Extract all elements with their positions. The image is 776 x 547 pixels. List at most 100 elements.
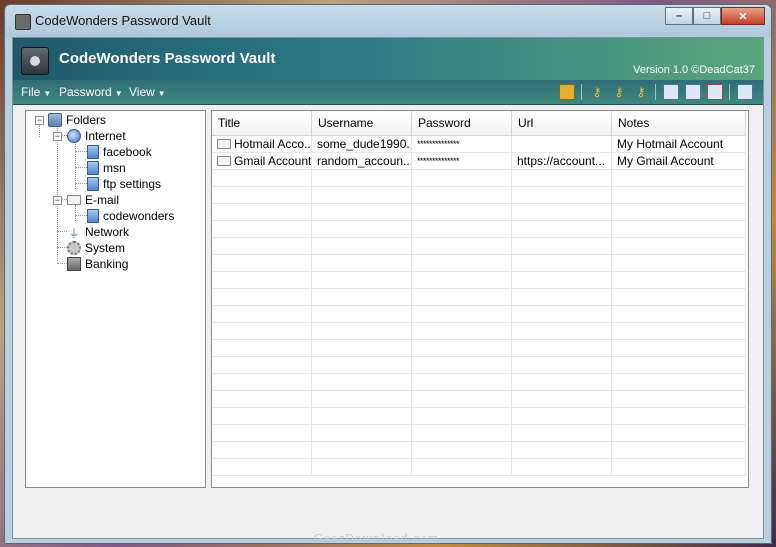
empty-cell <box>512 272 612 289</box>
tree-node-msn[interactable]: msn <box>87 160 126 176</box>
folder-icon <box>87 161 99 175</box>
empty-cell <box>412 323 512 340</box>
cell-title-text: Gmail Account <box>234 154 312 168</box>
tree-node-internet[interactable]: Internet <box>67 128 126 144</box>
chevron-down-icon: ▼ <box>157 89 166 98</box>
table-row[interactable]: Hotmail Acco... some_dude1990... *******… <box>212 136 746 153</box>
column-header-password[interactable]: Password <box>412 111 512 135</box>
globe-icon <box>67 129 81 143</box>
menu-toolbar: File ▼ Password ▼ View ▼ ⚷ ⚷ ⚷ <box>13 80 763 105</box>
empty-row <box>212 459 746 476</box>
cell-username: some_dude1990... <box>312 136 412 153</box>
empty-cell <box>612 459 746 476</box>
menu-file[interactable]: File ▼ <box>21 85 51 99</box>
empty-cell <box>312 408 412 425</box>
empty-cell <box>612 340 746 357</box>
close-button[interactable]: ✕ <box>721 7 765 25</box>
collapse-email-toggle[interactable]: − <box>53 196 62 205</box>
cell-title-text: Hotmail Acco... <box>234 137 312 151</box>
password-grid[interactable]: Title Username Password Url Notes Hotmai… <box>211 110 749 488</box>
mail-icon <box>217 156 231 166</box>
empty-cell <box>312 391 412 408</box>
empty-cell <box>612 323 746 340</box>
menu-view[interactable]: View ▼ <box>129 85 166 99</box>
empty-cell <box>212 170 312 187</box>
tree-node-label: E-mail <box>85 193 120 207</box>
empty-cell <box>312 340 412 357</box>
tree-node-ftp-settings[interactable]: ftp settings <box>87 176 161 192</box>
empty-cell <box>512 187 612 204</box>
collapse-folders-toggle[interactable]: − <box>35 116 44 125</box>
menu-password[interactable]: Password ▼ <box>59 85 123 99</box>
empty-cell <box>612 289 746 306</box>
empty-cell <box>412 289 512 306</box>
app-icon[interactable] <box>15 14 31 30</box>
empty-cell <box>212 306 312 323</box>
mail-icon <box>67 195 81 205</box>
empty-cell <box>212 221 312 238</box>
export-icon[interactable] <box>737 84 753 100</box>
table-row[interactable]: Gmail Account random_accoun... *********… <box>212 153 746 170</box>
menu-view-label: View <box>129 85 155 99</box>
empty-cell <box>312 170 412 187</box>
empty-cell <box>512 425 612 442</box>
title-bar[interactable]: CodeWonders Password Vault – □ ✕ <box>5 5 771 37</box>
watermark-text: GearDownload.com <box>314 532 440 545</box>
minimize-button[interactable]: – <box>665 7 693 25</box>
key-edit-icon[interactable]: ⚷ <box>611 84 627 100</box>
empty-cell <box>312 221 412 238</box>
empty-row <box>212 408 746 425</box>
empty-cell <box>312 238 412 255</box>
record-add-icon[interactable] <box>663 84 679 100</box>
empty-cell <box>312 289 412 306</box>
column-header-title[interactable]: Title <box>212 111 312 135</box>
lock-icon[interactable] <box>559 84 575 100</box>
tree-node-banking[interactable]: Banking <box>67 256 128 272</box>
empty-cell <box>612 204 746 221</box>
empty-cell <box>512 357 612 374</box>
empty-row <box>212 238 746 255</box>
empty-cell <box>412 374 512 391</box>
column-header-notes[interactable]: Notes <box>612 111 746 135</box>
tree-node-codewonders[interactable]: codewonders <box>87 208 174 224</box>
tree-node-folders[interactable]: Folders <box>48 112 106 128</box>
empty-cell <box>512 170 612 187</box>
folder-tree[interactable]: − Folders − Internet facebook msn ftp se… <box>25 110 206 488</box>
cell-title: Gmail Account <box>212 153 312 170</box>
empty-cell <box>512 238 612 255</box>
empty-cell <box>612 306 746 323</box>
empty-cell <box>212 357 312 374</box>
folder-icon <box>87 145 99 159</box>
collapse-internet-toggle[interactable]: − <box>53 132 62 141</box>
cell-url <box>512 136 612 153</box>
tree-node-label: codewonders <box>103 209 175 223</box>
cell-url: https://account... <box>512 153 612 170</box>
record-copy-icon[interactable] <box>685 84 701 100</box>
key-delete-icon[interactable]: ⚷ <box>633 84 649 100</box>
cell-password: ************** <box>412 153 512 170</box>
empty-row <box>212 187 746 204</box>
empty-cell <box>512 221 612 238</box>
tree-node-label: Network <box>85 225 130 239</box>
empty-cell <box>512 306 612 323</box>
app-window: CodeWonders Password Vault – □ ✕ CodeWon… <box>4 4 772 544</box>
tree-node-facebook[interactable]: facebook <box>87 144 152 160</box>
tree-node-label: msn <box>103 161 126 175</box>
column-header-url[interactable]: Url <box>512 111 612 135</box>
tree-node-network[interactable]: ⏚ Network <box>67 224 130 240</box>
empty-cell <box>412 425 512 442</box>
column-header-username[interactable]: Username <box>312 111 412 135</box>
empty-cell <box>512 408 612 425</box>
key-add-icon[interactable]: ⚷ <box>589 84 605 100</box>
tree-node-email[interactable]: E-mail <box>67 192 119 208</box>
record-delete-icon[interactable] <box>707 84 723 100</box>
empty-cell <box>212 204 312 221</box>
empty-cell <box>312 272 412 289</box>
tree-node-system[interactable]: System <box>67 240 125 256</box>
empty-row <box>212 323 746 340</box>
empty-cell <box>212 442 312 459</box>
empty-cell <box>412 272 512 289</box>
maximize-button[interactable]: □ <box>693 7 721 25</box>
window-title: CodeWonders Password Vault <box>35 13 211 28</box>
empty-cell <box>412 442 512 459</box>
